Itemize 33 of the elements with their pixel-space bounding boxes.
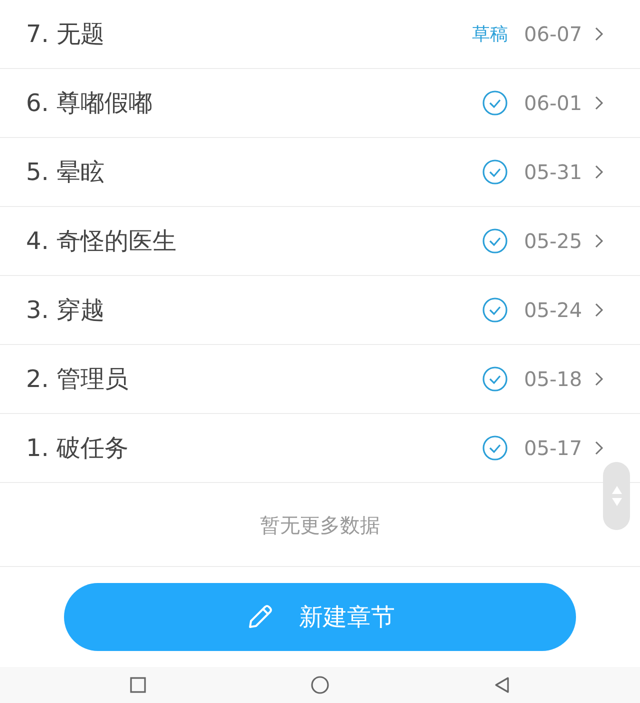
chevron-right-icon bbox=[594, 95, 604, 111]
chapter-row[interactable]: 3. 穿越 05-24 bbox=[0, 276, 640, 345]
chevron-right-icon bbox=[594, 26, 604, 42]
chapter-row[interactable]: 2. 管理员 05-18 bbox=[0, 345, 640, 414]
chapter-date: 05-18 bbox=[524, 366, 584, 393]
chapter-title: 1. 破任务 bbox=[26, 433, 129, 464]
recent-apps-icon[interactable] bbox=[129, 676, 148, 694]
end-of-list-text: 暂无更多数据 bbox=[260, 512, 380, 538]
home-icon[interactable] bbox=[310, 675, 330, 695]
chapter-date: 06-01 bbox=[524, 90, 584, 117]
scroll-handle[interactable] bbox=[603, 462, 630, 530]
chapter-date: 05-31 bbox=[524, 159, 584, 186]
chapter-row[interactable]: 4. 奇怪的医生 05-25 bbox=[0, 207, 640, 276]
chapter-title: 3. 穿越 bbox=[26, 295, 105, 326]
chapter-title: 7. 无题 bbox=[26, 19, 105, 50]
chapter-date: 06-07 bbox=[524, 21, 584, 48]
chapter-title: 4. 奇怪的医生 bbox=[26, 226, 177, 257]
draft-label: 草稿 bbox=[472, 22, 508, 46]
chapter-row[interactable]: 7. 无题 草稿 06-07 bbox=[0, 0, 640, 69]
chevron-right-icon bbox=[594, 302, 604, 318]
chapter-row[interactable]: 6. 尊嘟假嘟 06-01 bbox=[0, 69, 640, 138]
back-icon[interactable] bbox=[492, 676, 511, 694]
chapter-title: 6. 尊嘟假嘟 bbox=[26, 88, 153, 119]
chapter-title: 2. 管理员 bbox=[26, 364, 129, 395]
chevron-right-icon bbox=[594, 164, 604, 180]
chevron-right-icon bbox=[594, 371, 604, 387]
chapter-date: 05-24 bbox=[524, 297, 584, 324]
chapter-date: 05-25 bbox=[524, 228, 584, 255]
chapter-date: 05-17 bbox=[524, 435, 584, 462]
chapter-row[interactable]: 5. 晕眩 05-31 bbox=[0, 138, 640, 207]
chevron-right-icon bbox=[594, 233, 604, 249]
chevron-right-icon bbox=[594, 440, 604, 456]
chapter-title: 5. 晕眩 bbox=[26, 157, 105, 188]
